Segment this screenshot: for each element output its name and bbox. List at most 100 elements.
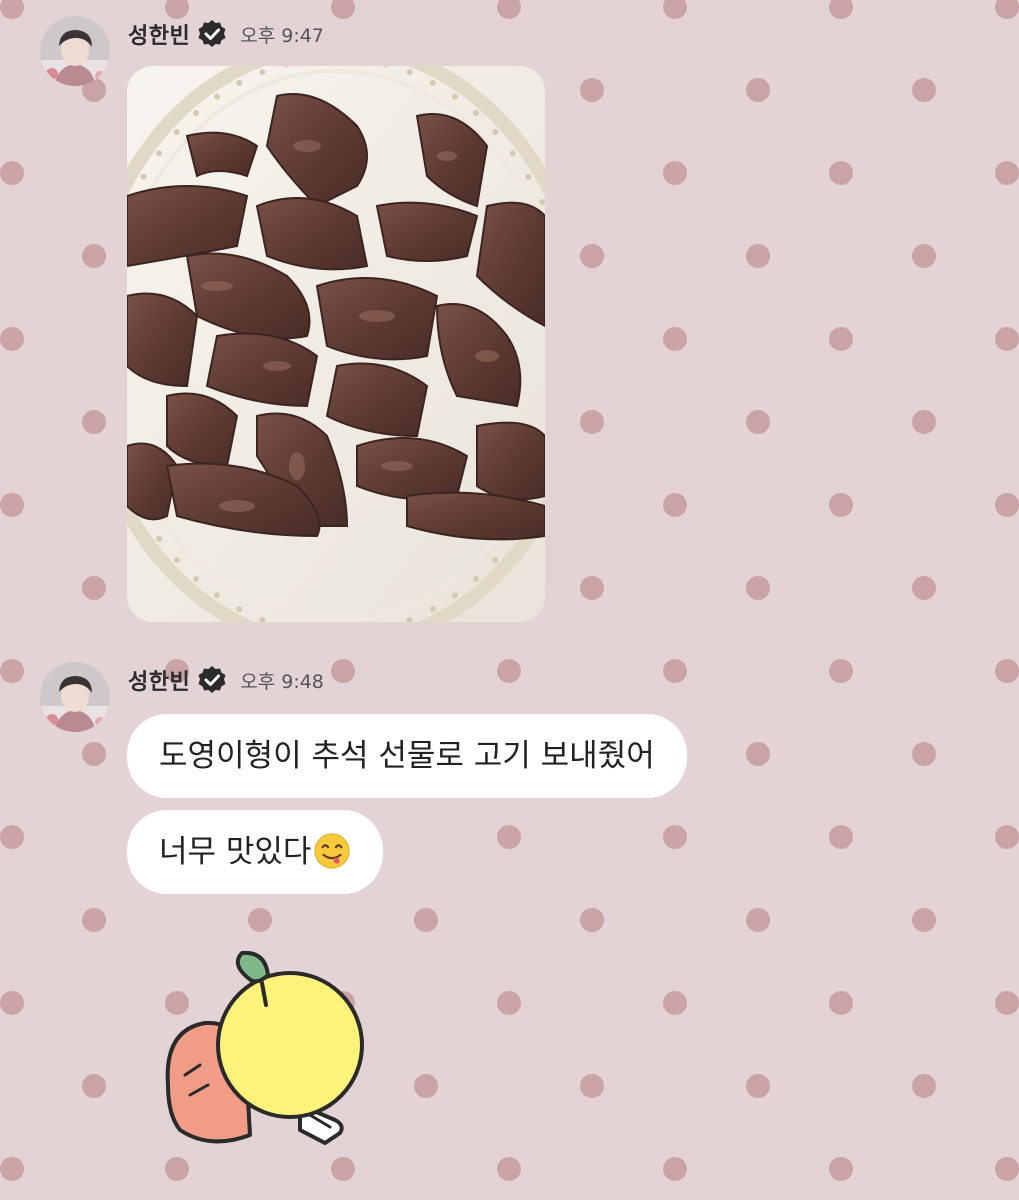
background-dot xyxy=(912,908,936,932)
plate-bead xyxy=(406,69,413,76)
background-dot xyxy=(663,0,687,19)
background-dot xyxy=(497,991,521,1015)
background-dot xyxy=(912,1074,936,1098)
message-bubble[interactable]: 너무 맛있다 xyxy=(127,810,384,894)
background-dot xyxy=(414,908,438,932)
background-dot xyxy=(995,825,1019,849)
background-dot xyxy=(414,1074,438,1098)
background-dot xyxy=(829,493,853,517)
background-dot xyxy=(82,908,106,932)
lemon-character-sticker[interactable] xyxy=(150,935,380,1155)
plate-bead xyxy=(429,79,436,86)
sender-name[interactable]: 성한빈 xyxy=(128,18,190,50)
plate-bead xyxy=(173,128,180,135)
background-dot xyxy=(829,659,853,683)
background-dot xyxy=(995,0,1019,19)
background-dot xyxy=(912,78,936,102)
background-dot xyxy=(829,0,853,19)
background-dot xyxy=(912,576,936,600)
background-dot xyxy=(82,742,106,766)
plate-bead xyxy=(140,173,147,180)
background-dot xyxy=(663,659,687,683)
background-dot xyxy=(580,410,604,434)
plate-bead xyxy=(472,575,479,582)
message-timestamp: 오후 9:48 xyxy=(240,670,324,693)
background-dot xyxy=(0,1157,24,1181)
background-dot xyxy=(995,327,1019,351)
plate-bead xyxy=(236,79,243,86)
background-dot xyxy=(995,493,1019,517)
background-dot xyxy=(995,991,1019,1015)
plate-bead xyxy=(452,93,458,100)
background-dot xyxy=(663,1157,687,1181)
plate-bead xyxy=(472,110,479,117)
background-dot xyxy=(829,825,853,849)
message-bubble[interactable]: 도영이형이 추석 선물로 고기 보내줬어 xyxy=(127,714,687,798)
sender-row: 성한빈 오후 9:47 xyxy=(128,16,324,52)
plate-bead xyxy=(156,150,163,157)
background-dot xyxy=(165,1157,189,1181)
sender-avatar[interactable] xyxy=(40,16,110,86)
background-dot xyxy=(82,1074,106,1098)
background-dot xyxy=(0,161,24,185)
background-dot xyxy=(580,244,604,268)
background-dot xyxy=(995,1157,1019,1181)
background-dot xyxy=(829,991,853,1015)
background-dot xyxy=(746,576,770,600)
plate-bead xyxy=(492,557,499,564)
background-dot xyxy=(912,244,936,268)
background-dot xyxy=(995,659,1019,683)
background-dot xyxy=(746,742,770,766)
plate-bead xyxy=(525,173,532,180)
background-dot xyxy=(995,161,1019,185)
shared-photo[interactable] xyxy=(127,66,545,622)
sender-avatar[interactable] xyxy=(40,662,110,732)
background-dot xyxy=(0,659,24,683)
plate-bead xyxy=(452,592,458,599)
background-dot xyxy=(663,991,687,1015)
plate-bead xyxy=(193,110,200,117)
background-dot xyxy=(746,908,770,932)
background-dot xyxy=(248,908,272,932)
message-timestamp: 오후 9:47 xyxy=(240,24,324,47)
background-dot xyxy=(746,78,770,102)
background-dot xyxy=(912,410,936,434)
background-dot xyxy=(663,493,687,517)
background-dot xyxy=(82,576,106,600)
plate-bead xyxy=(539,199,545,205)
background-dot xyxy=(580,908,604,932)
plate-bead xyxy=(259,69,266,76)
background-dot xyxy=(829,1157,853,1181)
message-text: 도영이형이 추석 선물로 고기 보내줬어 xyxy=(159,738,655,774)
background-dot xyxy=(0,0,24,19)
background-dot xyxy=(331,659,355,683)
background-dot xyxy=(829,327,853,351)
background-dot xyxy=(663,161,687,185)
background-dot xyxy=(829,161,853,185)
sender-name[interactable]: 성한빈 xyxy=(128,664,190,696)
background-dot xyxy=(580,1074,604,1098)
yum-face-emoji-icon xyxy=(314,832,351,869)
plate-bead xyxy=(429,606,436,613)
background-dot xyxy=(580,576,604,600)
message-text: 너무 맛있다 xyxy=(159,834,312,870)
verified-badge-icon xyxy=(198,20,226,47)
background-dot xyxy=(0,991,24,1015)
background-dot xyxy=(663,825,687,849)
plate-bead xyxy=(236,606,243,613)
background-dot xyxy=(746,244,770,268)
background-dot xyxy=(497,825,521,849)
background-dot xyxy=(912,742,936,766)
background-dot xyxy=(746,1074,770,1098)
sender-row: 성한빈 오후 9:48 xyxy=(128,662,324,698)
background-dot xyxy=(331,1157,355,1181)
background-dot xyxy=(497,0,521,19)
plate-bead xyxy=(156,535,163,542)
background-dot xyxy=(746,410,770,434)
plate-bead xyxy=(173,557,180,564)
background-dot xyxy=(82,244,106,268)
background-dot xyxy=(497,1157,521,1181)
verified-badge-icon xyxy=(198,666,226,693)
background-dot xyxy=(0,825,24,849)
background-dot xyxy=(497,659,521,683)
